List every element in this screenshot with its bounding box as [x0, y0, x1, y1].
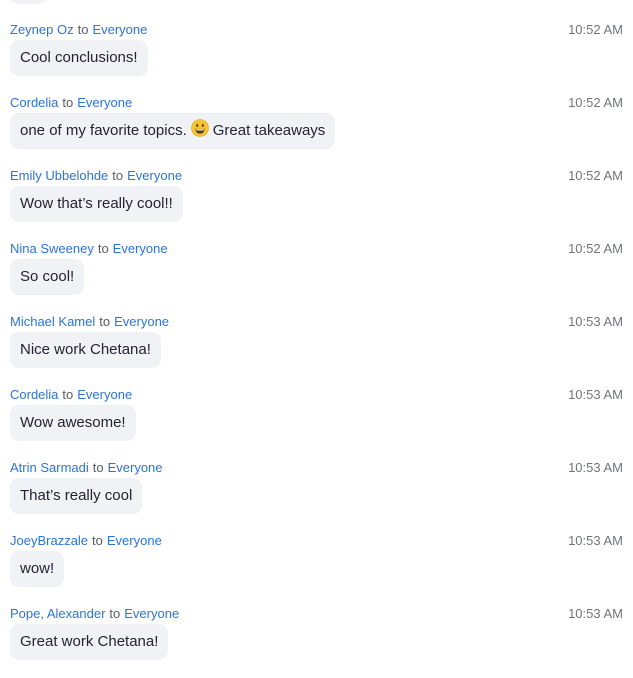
message-bubble[interactable]: Wow awesome! [10, 405, 136, 441]
message-header: Nina Sweeney to Everyone [10, 240, 168, 258]
message-header: Atrin Sarmadi to Everyone [10, 459, 163, 477]
message-header: Cordelia to Everyone [10, 94, 132, 112]
to-label: to [92, 460, 104, 475]
chat-message: Atrin Sarmadi to Everyone 10:53 AM That’s … [0, 459, 633, 532]
to-label: to [97, 241, 109, 256]
chat-message: Nina Sweeney to Everyone 10:52 AM So cool! [0, 240, 633, 313]
sender-name[interactable]: Emily Ubbelohde [10, 168, 108, 183]
message-timestamp: 10:53 AM [568, 460, 623, 475]
message-timestamp: 10:52 AM [568, 168, 623, 183]
recipient-name[interactable]: Everyone [108, 460, 163, 475]
message-text: Great takeaways [212, 122, 326, 139]
message-bubble[interactable]: Nice work Chetana! [10, 332, 161, 368]
to-label: to [112, 168, 124, 183]
message-header: Pope, Alexander to Everyone [10, 605, 179, 623]
message-timestamp: 10:52 AM [568, 95, 623, 110]
to-label: to [62, 95, 74, 110]
recipient-name[interactable]: Everyone [124, 606, 179, 621]
sender-name[interactable]: Pope, Alexander [10, 606, 105, 621]
chat-message: Cordelia to Everyone 10:53 AM Wow awesome! [0, 386, 633, 459]
chat-message: JoeyBrazzale to Everyone 10:53 AM wow! [0, 532, 633, 605]
recipient-name[interactable]: Everyone [77, 95, 132, 110]
message-header: Zeynep Oz to Everyone [10, 21, 147, 39]
recipient-name[interactable]: Everyone [114, 314, 169, 329]
message-header: Emily Ubbelohde to Everyone [10, 167, 182, 185]
message-bubble[interactable]: wow! [10, 551, 65, 587]
recipient-name[interactable]: Everyone [77, 387, 132, 402]
message-timestamp: 10:53 AM [568, 314, 623, 329]
message-text: one of my favorite topics. [20, 122, 187, 139]
message-timestamp: 10:53 AM [568, 387, 623, 402]
message-timestamp: 10:53 AM [568, 533, 623, 548]
chat-message: Emily Ubbelohde to Everyone 10:52 AM Wow t… [0, 167, 633, 240]
sender-name[interactable]: Zeynep Oz [10, 22, 74, 37]
chat-message: Zeynep Oz to Everyone 10:52 AM Cool conclu… [0, 21, 633, 94]
recipient-name[interactable]: Everyone [113, 241, 168, 256]
sender-name[interactable]: Michael Kamel [10, 314, 95, 329]
chat-message: Michael Kamel to Everyone 10:53 AM Nice wo… [0, 313, 633, 386]
message-header: Michael Kamel to Everyone [10, 313, 169, 331]
chat-message-list[interactable]: Zeynep Oz to Everyone 10:52 AM Cool conclu… [0, 0, 633, 673]
grinning-face-emoji-icon [190, 115, 209, 137]
sender-name[interactable]: Cordelia [10, 387, 58, 402]
recipient-name[interactable]: Everyone [92, 22, 147, 37]
chat-message: Pope, Alexander to Everyone 10:53 AM Great… [0, 605, 633, 678]
message-timestamp: 10:52 AM [568, 241, 623, 256]
message-timestamp: 10:52 AM [568, 22, 623, 37]
message-bubble[interactable]: Wow that’s really cool!! [10, 186, 183, 222]
to-label: to [92, 533, 103, 548]
message-bubble[interactable]: That’s really cool [10, 478, 143, 514]
message-bubble[interactable]: So cool! [10, 259, 85, 295]
to-label: to [109, 606, 121, 621]
chat-message: Cordelia to Everyone 10:52 AM one of my fa… [0, 94, 633, 167]
to-label: to [99, 314, 111, 329]
sender-name[interactable]: Atrin Sarmadi [10, 460, 89, 475]
message-bubble[interactable]: Cool conclusions! [10, 40, 148, 76]
message-header: JoeyBrazzale to Everyone [10, 532, 162, 550]
recipient-name[interactable]: Everyone [107, 533, 162, 548]
previous-message-bubble [10, 0, 47, 4]
message-timestamp: 10:53 AM [568, 606, 623, 621]
recipient-name[interactable]: Everyone [127, 168, 182, 183]
message-header: Cordelia to Everyone [10, 386, 132, 404]
to-label: to [77, 22, 89, 37]
sender-name[interactable]: Cordelia [10, 95, 58, 110]
sender-name[interactable]: Nina Sweeney [10, 241, 94, 256]
to-label: to [62, 387, 74, 402]
message-bubble[interactable]: Great work Chetana! [10, 624, 169, 660]
message-bubble[interactable]: one of my favorite topics. Great takeawa… [10, 113, 336, 149]
sender-name[interactable]: JoeyBrazzale [10, 533, 88, 548]
